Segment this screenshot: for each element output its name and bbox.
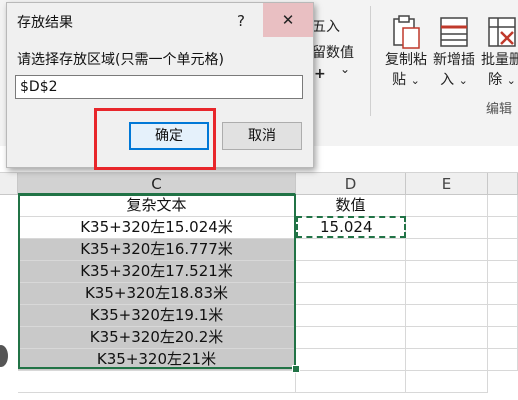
delete-table-icon bbox=[488, 17, 516, 47]
cell-c2[interactable]: K35+320左15.024米 bbox=[18, 217, 296, 239]
cell-e5[interactable] bbox=[406, 283, 488, 305]
cell-e4[interactable] bbox=[406, 261, 488, 283]
insert-new-label-2: 入 ⌄ bbox=[440, 72, 468, 88]
cell-f6[interactable] bbox=[488, 305, 518, 327]
ribbon-partial-keep-value[interactable]: 留数值 bbox=[312, 42, 354, 62]
column-header-f[interactable] bbox=[488, 173, 518, 195]
cell-c1[interactable]: 复杂文本 bbox=[18, 195, 296, 217]
dialog-title: 存放结果 bbox=[17, 15, 73, 31]
cell-f4[interactable] bbox=[488, 261, 518, 283]
cell-e6[interactable] bbox=[406, 305, 488, 327]
cell-e9[interactable] bbox=[406, 371, 488, 393]
insert-new-label: 新增插 bbox=[433, 52, 475, 68]
ribbon-group-name: 编辑 bbox=[486, 102, 513, 117]
store-result-dialog: 存放结果 ? ✕ 请选择存放区域(只需一个单元格) $D$2 确定 取消 bbox=[6, 2, 314, 168]
cell-e3[interactable] bbox=[406, 239, 488, 261]
cell-c8[interactable]: K35+320左21米 bbox=[18, 349, 296, 371]
chevron-down-icon[interactable]: ⌄ bbox=[411, 74, 420, 87]
cell-f7[interactable] bbox=[488, 327, 518, 349]
cell-f1[interactable] bbox=[488, 195, 518, 217]
cell-d2[interactable]: 15.024 bbox=[296, 217, 406, 239]
column-header-c[interactable]: C bbox=[18, 173, 296, 195]
copy-paste-label: 复制粘 bbox=[385, 52, 427, 68]
insert-rows-icon bbox=[440, 17, 468, 47]
cell-d8[interactable] bbox=[296, 349, 406, 371]
cell-e2[interactable] bbox=[406, 217, 488, 239]
cell-c4[interactable]: K35+320左17.521米 bbox=[18, 261, 296, 283]
cancel-button[interactable]: 取消 bbox=[222, 122, 302, 150]
cell-e7[interactable] bbox=[406, 327, 488, 349]
fill-handle[interactable] bbox=[292, 365, 300, 373]
cell-c3[interactable]: K35+320左16.777米 bbox=[18, 239, 296, 261]
copy-paste-button[interactable]: 复制粘 贴 ⌄ bbox=[384, 14, 428, 114]
ribbon-partial-round[interactable]: 五入 bbox=[312, 16, 340, 36]
close-icon: ✕ bbox=[281, 11, 295, 29]
chevron-down-icon[interactable]: ⌄ bbox=[507, 74, 516, 87]
chevron-down-icon[interactable]: ⌄ bbox=[459, 74, 468, 87]
cell-d1[interactable]: 数值 bbox=[296, 195, 406, 217]
cell-c9[interactable] bbox=[18, 371, 296, 393]
dialog-prompt: 请选择存放区域(只需一个单元格) bbox=[17, 52, 224, 68]
ok-button[interactable]: 确定 bbox=[129, 122, 209, 150]
cell-c6[interactable]: K35+320左19.1米 bbox=[18, 305, 296, 327]
row-header-corner[interactable] bbox=[0, 173, 18, 195]
column-header-d[interactable]: D bbox=[296, 173, 406, 195]
range-input[interactable]: $D$2 bbox=[15, 75, 303, 99]
cell-f5[interactable] bbox=[488, 283, 518, 305]
cell-c7[interactable]: K35+320左20.2米 bbox=[18, 327, 296, 349]
cell-e1[interactable] bbox=[406, 195, 488, 217]
cell-d7[interactable] bbox=[296, 327, 406, 349]
cell-f3[interactable] bbox=[488, 239, 518, 261]
batch-delete-label-2: 除 ⌄ bbox=[488, 72, 516, 88]
cell-d5[interactable] bbox=[296, 283, 406, 305]
chevron-down-icon[interactable]: ⌄ bbox=[340, 62, 350, 76]
cell-f2[interactable] bbox=[488, 217, 518, 239]
help-icon[interactable]: ? bbox=[229, 9, 253, 33]
ribbon-separator bbox=[370, 6, 371, 116]
cell-d9[interactable] bbox=[296, 371, 406, 393]
clipboard-icon bbox=[393, 15, 420, 49]
cell-d3[interactable] bbox=[296, 239, 406, 261]
cell-d6[interactable] bbox=[296, 305, 406, 327]
cell-e8[interactable] bbox=[406, 349, 488, 371]
column-header-e[interactable]: E bbox=[406, 173, 488, 195]
insert-new-button[interactable]: 新增插 入 ⌄ bbox=[432, 14, 476, 114]
batch-delete-label: 批量删 bbox=[481, 52, 518, 68]
copy-paste-label-2: 贴 ⌄ bbox=[392, 72, 420, 88]
cell-f8[interactable] bbox=[488, 349, 518, 371]
cell-c5[interactable]: K35+320左18.83米 bbox=[18, 283, 296, 305]
close-button[interactable]: ✕ bbox=[263, 3, 313, 37]
ribbon-partial-plus[interactable]: + bbox=[314, 66, 326, 82]
cell-d4[interactable] bbox=[296, 261, 406, 283]
